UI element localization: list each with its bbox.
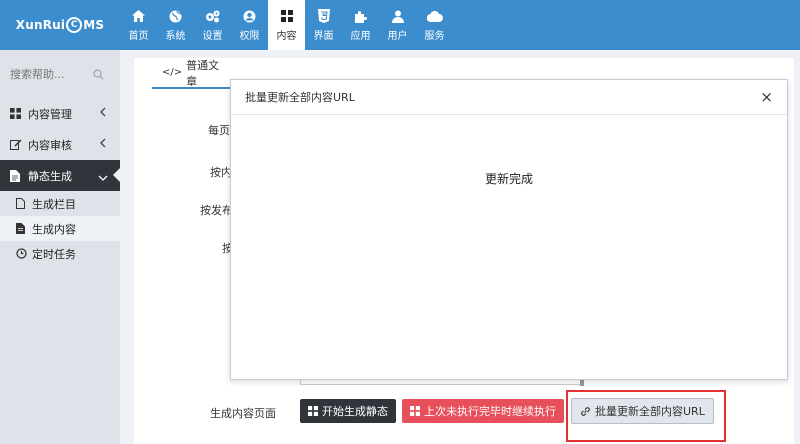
sidebar-subitem-scheduled-task[interactable]: 定时任务: [0, 241, 120, 266]
top-navbar: XunRui C MS 首页 系统 设置 权限 内容 界面 应用 用户 服务: [0, 0, 800, 50]
tab-label: 普通文章: [186, 58, 220, 88]
scroll-handle[interactable]: [580, 380, 584, 386]
start-generate-button[interactable]: 开始生成静态: [300, 399, 396, 423]
home-icon: [132, 8, 145, 24]
logo[interactable]: XunRui C MS: [0, 0, 120, 50]
globe-icon: [169, 8, 182, 24]
nav-settings[interactable]: 设置: [194, 0, 231, 50]
nav-interface[interactable]: 界面: [305, 0, 342, 50]
file-text-icon: [16, 223, 32, 234]
cloud-icon: [426, 8, 443, 24]
update-url-modal: 批量更新全部内容URL × 更新完成: [230, 79, 788, 380]
sidebar-item-static-generate[interactable]: 静态生成: [0, 160, 120, 191]
nav-system-label: 系统: [165, 31, 186, 42]
file-icon: [10, 169, 28, 182]
main-nav: 首页 系统 设置 权限 内容 界面 应用 用户 服务: [120, 0, 453, 50]
html5-icon: [317, 8, 330, 24]
sidebar: 内容管理 内容审核 静态生成 生成栏目 生成内容 定时任务: [0, 50, 120, 444]
user-icon: [391, 8, 404, 24]
resume-generate-button[interactable]: 上次未执行完毕时继续执行: [402, 399, 564, 423]
nav-interface-label: 界面: [313, 31, 334, 42]
chevron-down-icon: [98, 171, 108, 184]
highlight-box: [566, 390, 726, 442]
nav-home[interactable]: 首页: [120, 0, 157, 50]
nav-apps-label: 应用: [350, 31, 371, 42]
sidebar-item-label: 静态生成: [28, 169, 72, 183]
sidebar-subitem-gen-content[interactable]: 生成内容: [0, 216, 120, 241]
nav-content[interactable]: 内容: [268, 0, 305, 50]
close-icon[interactable]: ×: [760, 90, 773, 105]
modal-title: 批量更新全部内容URL: [245, 91, 355, 104]
row-label-by-publish: 按发布: [200, 204, 233, 217]
gen-content-page-label: 生成内容页面: [210, 407, 276, 420]
grid-icon: [280, 8, 293, 24]
nav-services[interactable]: 服务: [416, 0, 453, 50]
logo-text-left: XunRui: [15, 18, 66, 32]
grid-icon: [308, 406, 318, 416]
sidebar-subitem-gen-category[interactable]: 生成栏目: [0, 191, 120, 216]
resume-generate-label: 上次未执行完毕时继续执行: [424, 405, 556, 418]
row-label-per-page: 每页: [208, 124, 230, 137]
chevron-left-icon: [100, 138, 106, 151]
field-outline: [300, 380, 582, 385]
grid-icon: [10, 108, 28, 119]
row-label-by-content: 按内: [210, 166, 232, 179]
nav-users-label: 用户: [387, 31, 408, 42]
sidebar-subitem-label: 生成栏目: [32, 197, 76, 211]
nav-permissions[interactable]: 权限: [231, 0, 268, 50]
logo-c-mark: C: [66, 17, 83, 33]
nav-settings-label: 设置: [202, 31, 223, 42]
nav-content-label: 内容: [276, 31, 297, 42]
file-outline-icon: [16, 198, 32, 209]
sidebar-item-content-review[interactable]: 内容审核: [0, 129, 120, 160]
sidebar-search: [0, 50, 120, 98]
nav-permissions-label: 权限: [239, 31, 260, 42]
sidebar-item-label: 内容审核: [28, 138, 72, 152]
sidebar-subitem-label: 生成内容: [32, 222, 76, 236]
nav-services-label: 服务: [424, 31, 445, 42]
grid-icon: [410, 406, 420, 416]
nav-system[interactable]: 系统: [157, 0, 194, 50]
sidebar-item-content-manage[interactable]: 内容管理: [0, 98, 120, 129]
nav-users[interactable]: 用户: [379, 0, 416, 50]
code-icon: </>: [162, 67, 183, 78]
clock-icon: [16, 248, 32, 259]
sidebar-subitem-label: 定时任务: [32, 247, 76, 261]
nav-apps[interactable]: 应用: [342, 0, 379, 50]
gears-icon: [205, 8, 220, 24]
start-generate-label: 开始生成静态: [322, 405, 388, 418]
chevron-left-icon: [100, 107, 106, 120]
puzzle-icon: [354, 8, 367, 24]
edit-icon: [10, 139, 28, 150]
nav-home-label: 首页: [128, 31, 149, 42]
tab-normal-article[interactable]: </> 普通文章: [152, 58, 230, 89]
search-icon[interactable]: [93, 69, 104, 83]
modal-header: 批量更新全部内容URL ×: [231, 80, 787, 115]
logo-text-right: MS: [83, 18, 105, 32]
modal-message: 更新完成: [484, 172, 533, 186]
sidebar-item-label: 内容管理: [28, 107, 72, 121]
modal-body: 更新完成: [231, 170, 787, 187]
user-circle-icon: [243, 8, 256, 24]
